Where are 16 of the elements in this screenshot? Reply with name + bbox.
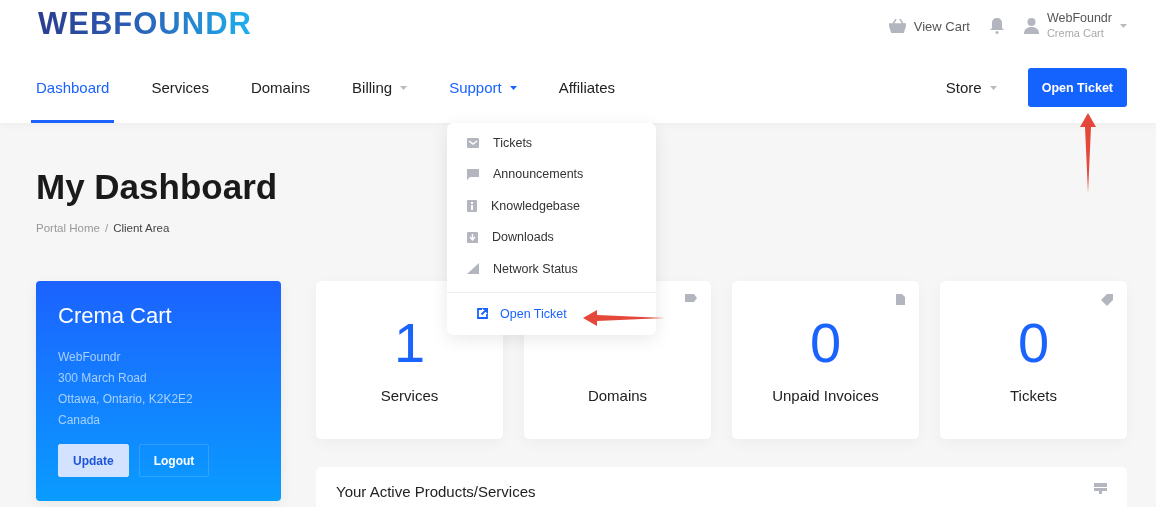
client-name: Crema Cart (58, 303, 173, 329)
stat-label: Tickets (1010, 387, 1057, 404)
stat-label: Domains (587, 387, 648, 404)
breadcrumb-separator: / (104, 222, 109, 234)
stat-label: Unpaid Invoices (772, 387, 879, 404)
panel-title: Your Active Products/Services (336, 483, 536, 500)
address-line: Ottawa, Ontario, K2K2E2 (58, 391, 194, 408)
address-line: Canada (58, 412, 102, 429)
address-line: 300 March Road (58, 370, 148, 387)
stat-label: Services (380, 387, 439, 404)
address-line: WebFoundr (58, 349, 122, 366)
stat-value: 0 (1017, 313, 1050, 373)
company-name: Crema Cart (1046, 26, 1105, 41)
page-title: My Dashboard (36, 167, 278, 207)
stat-value: 1 (393, 313, 426, 373)
stat-value: 0 (809, 313, 842, 373)
